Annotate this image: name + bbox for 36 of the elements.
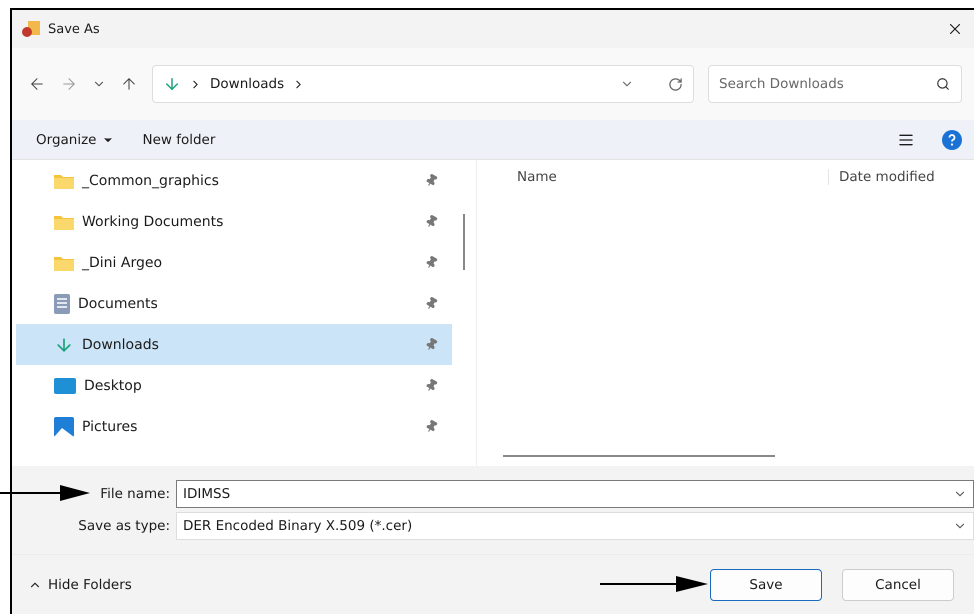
scrollbar-thumb[interactable]: [463, 214, 465, 270]
cancel-button[interactable]: Cancel: [842, 568, 954, 600]
view-options-icon[interactable]: [898, 132, 914, 148]
download-icon: [163, 75, 181, 93]
breadcrumb[interactable]: Downloads: [210, 76, 284, 92]
folder-icon: [54, 254, 74, 270]
file-type-dropdown[interactable]: DER Encoded Binary X.509 (*.cer): [176, 512, 974, 540]
sidebar-item[interactable]: Documents: [16, 283, 452, 324]
document-icon: [54, 294, 70, 314]
help-icon[interactable]: [942, 130, 962, 150]
sidebar-item[interactable]: Pictures: [16, 406, 452, 447]
column-header[interactable]: Date modified: [828, 169, 974, 185]
picture-icon: [54, 416, 74, 436]
refresh-icon[interactable]: [668, 76, 683, 92]
address-bar[interactable]: Downloads: [152, 65, 694, 103]
desktop-icon: [54, 378, 76, 394]
sidebar-item[interactable]: Working Documents: [16, 201, 452, 242]
field-label: Save as type:: [78, 518, 170, 534]
search-field[interactable]: Search Downloads: [708, 65, 962, 103]
new-folder-button[interactable]: New folder: [142, 128, 216, 152]
window-title: Save As: [48, 22, 101, 36]
scrollbar-thumb[interactable]: [503, 455, 775, 457]
folder-icon: [54, 172, 74, 188]
search-icon[interactable]: [936, 77, 950, 91]
field-label: File name:: [100, 486, 170, 502]
column-header[interactable]: Name: [477, 169, 557, 185]
folder-icon: [54, 214, 74, 230]
file-name-field[interactable]: IDIMSS: [176, 480, 974, 508]
sidebar-item[interactable]: Desktop: [16, 365, 452, 406]
save-button[interactable]: Save: [710, 568, 822, 600]
sidebar-item[interactable]: _Dini Argeo: [16, 242, 452, 283]
app-icon: [22, 21, 40, 37]
organize-menu[interactable]: Organize: [36, 128, 114, 152]
hide-folders-button[interactable]: Hide Folders: [28, 572, 132, 596]
sidebar-item[interactable]: Downloads: [16, 324, 452, 365]
sidebar-item[interactable]: _Common_graphics: [16, 160, 452, 201]
